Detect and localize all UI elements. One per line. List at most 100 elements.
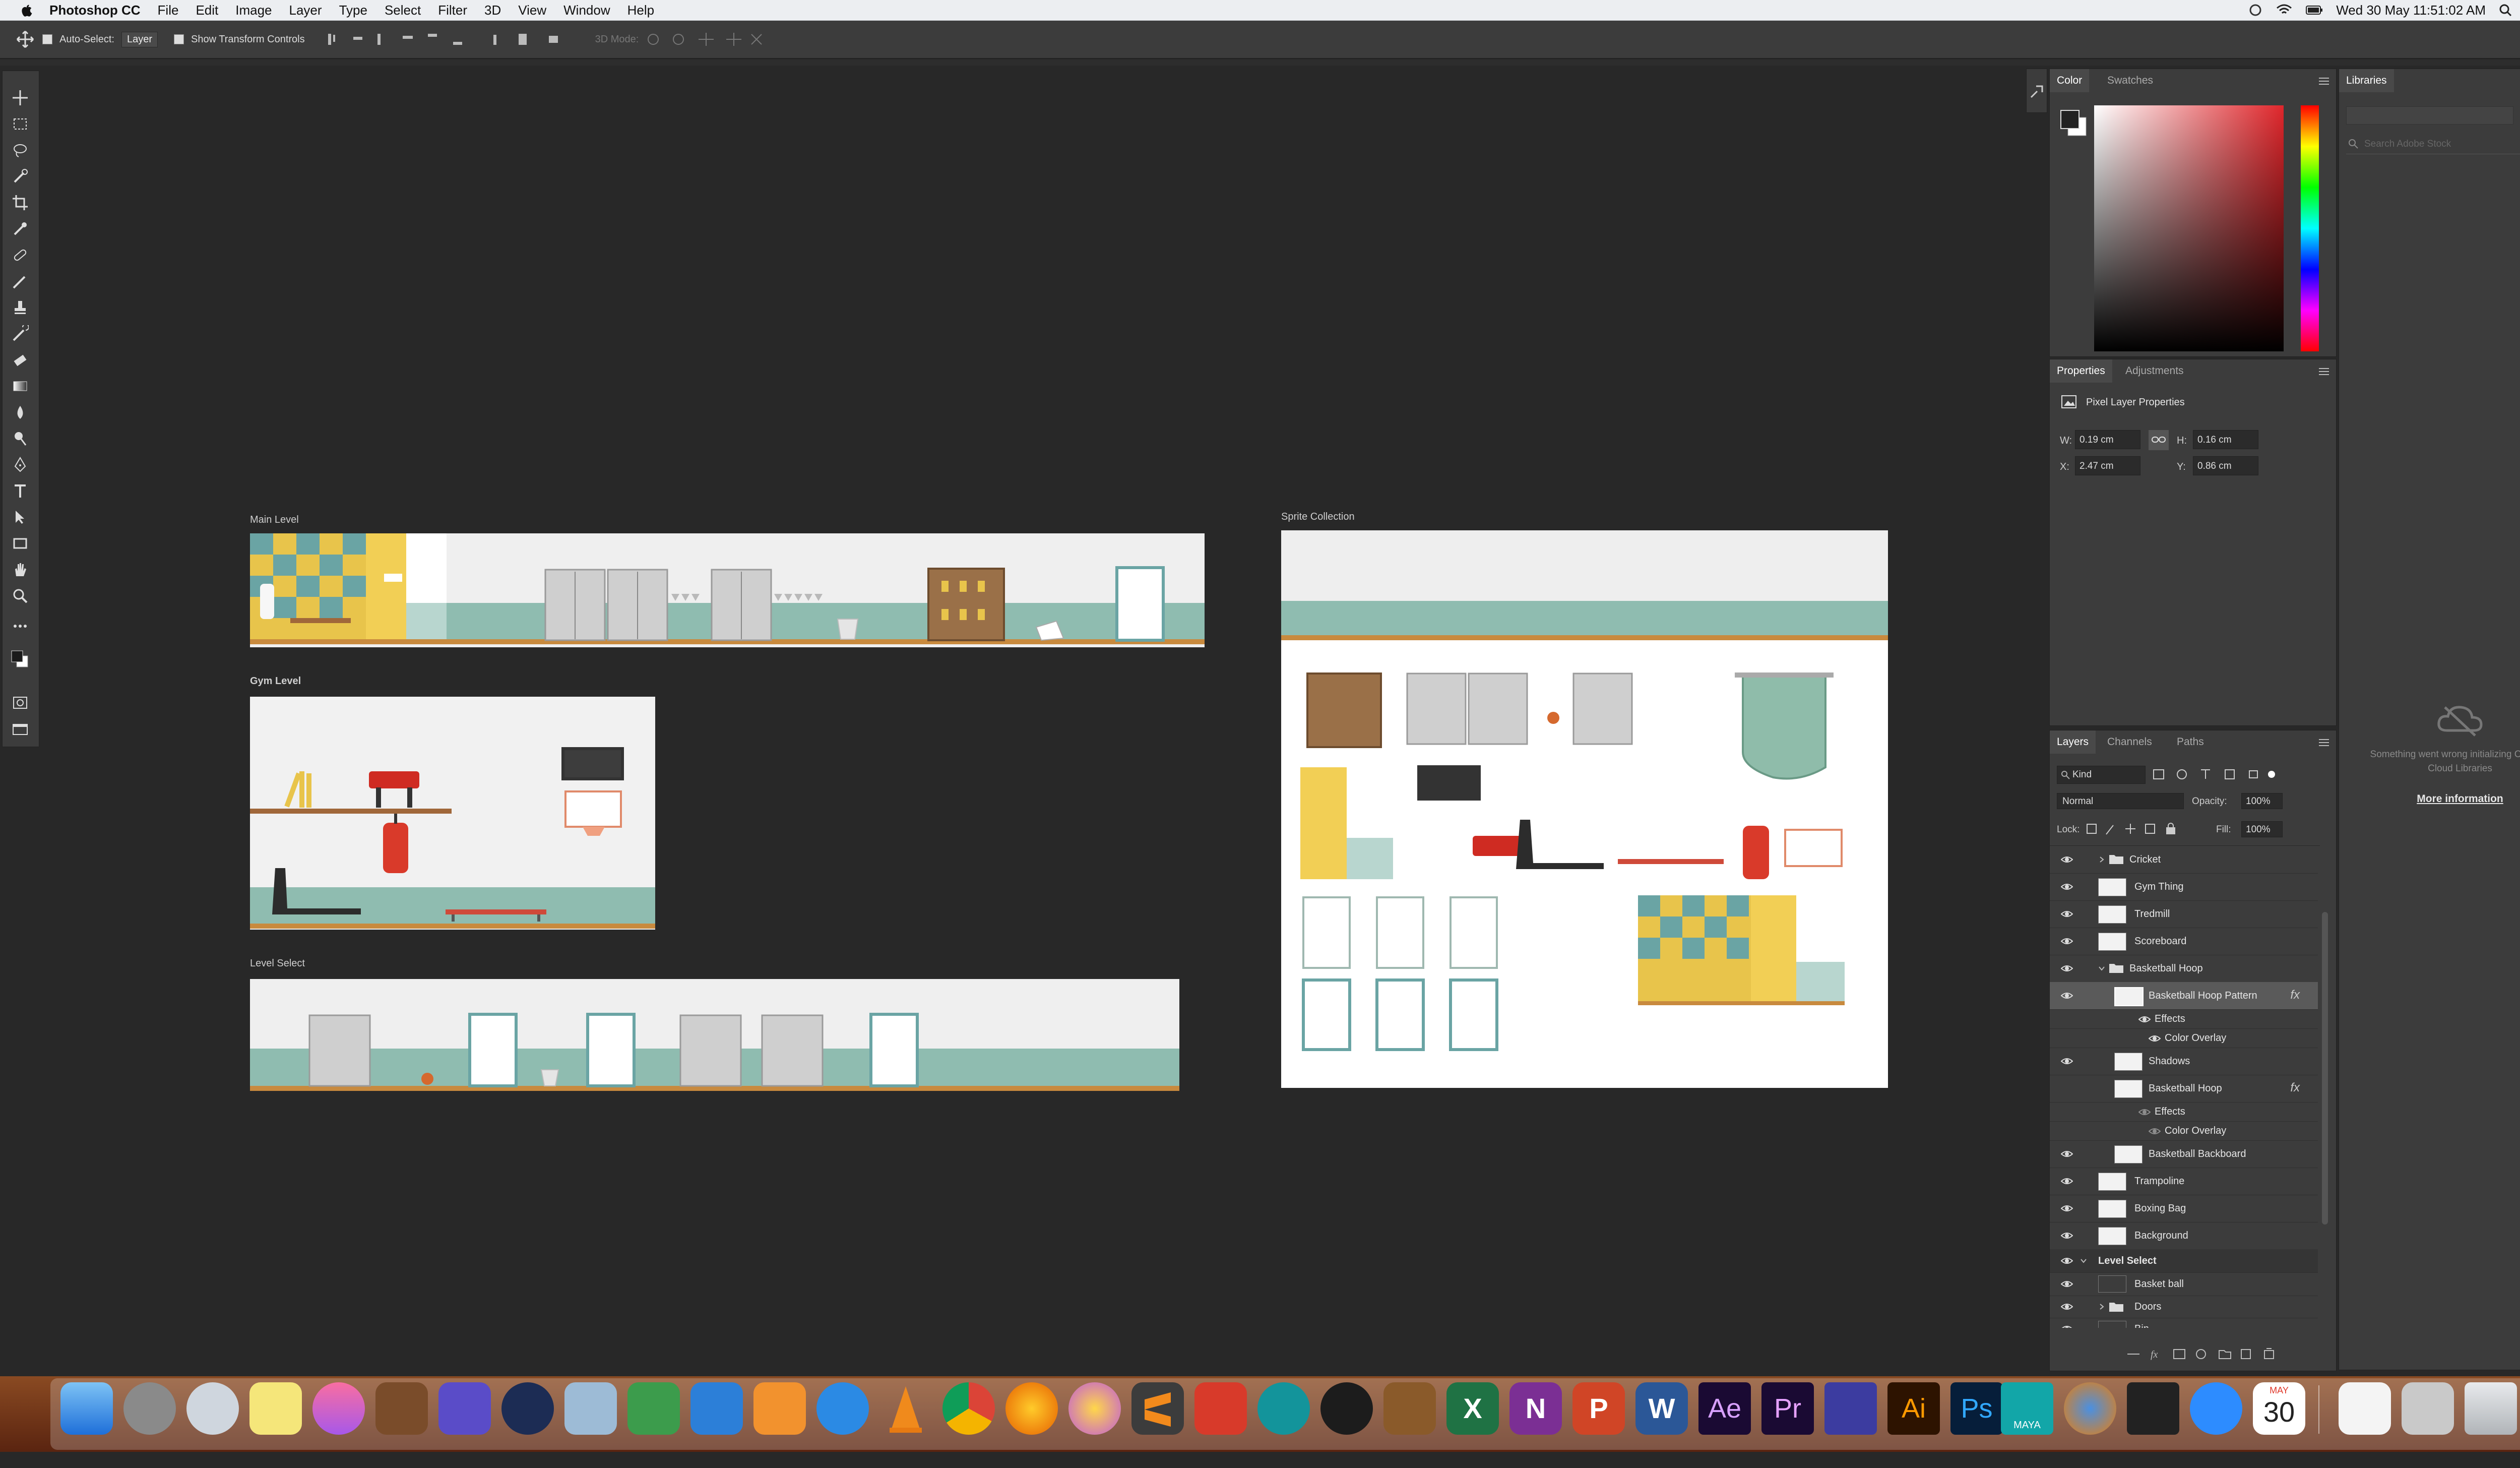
eye-visibility-icon[interactable]	[2061, 1256, 2073, 1266]
lasso-tool-icon[interactable]	[12, 142, 29, 159]
menu-select[interactable]: Select	[385, 3, 421, 18]
quick-selection-tool-icon[interactable]	[12, 168, 29, 185]
saturation-brightness-picker[interactable]	[2094, 105, 2284, 351]
eye-visibility-icon[interactable]	[2061, 909, 2073, 919]
healing-brush-tool-icon[interactable]	[12, 247, 29, 264]
clock[interactable]: Wed 30 May 11:51:02 AM	[2336, 3, 2486, 18]
clone-stamp-tool-icon[interactable]	[12, 299, 29, 316]
chevron-down-icon[interactable]	[2098, 965, 2105, 972]
eye-visibility-icon[interactable]	[2061, 1279, 2073, 1289]
after-effects-icon[interactable]: Ae	[1698, 1382, 1751, 1435]
powerpoint-icon[interactable]: P	[1572, 1382, 1625, 1435]
notes-icon[interactable]	[249, 1382, 302, 1435]
layer-row[interactable]: Trampoline	[2050, 1168, 2318, 1195]
chrome-icon[interactable]	[942, 1382, 995, 1435]
eye-visibility-icon[interactable]	[2061, 1149, 2073, 1159]
trash-icon[interactable]	[2465, 1382, 2517, 1435]
move-tool-icon[interactable]	[12, 89, 29, 106]
height-field[interactable]: 0.16 cm	[2193, 430, 2258, 449]
arduino-icon[interactable]	[1257, 1382, 1310, 1435]
safari-icon[interactable]	[816, 1382, 869, 1435]
eye-visibility-icon[interactable]	[2061, 882, 2073, 892]
stock-search[interactable]: Search Adobe Stock	[2346, 134, 2520, 154]
onenote-icon[interactable]: N	[1509, 1382, 1562, 1435]
align-distribute-icons[interactable]	[327, 32, 579, 47]
tab-paths[interactable]: Paths	[2170, 730, 2211, 754]
itunes-icon[interactable]	[312, 1382, 365, 1435]
eyedropper-tool-icon[interactable]	[12, 220, 29, 237]
documents-stack-icon[interactable]	[2339, 1382, 2391, 1435]
link-dimensions-icon[interactable]	[2149, 430, 2169, 450]
effect-row[interactable]: Color Overlay	[2050, 1121, 2318, 1141]
creative-cloud-icon[interactable]	[2248, 4, 2262, 17]
blender-b-icon[interactable]	[1320, 1382, 1373, 1435]
layer-row[interactable]: Background	[2050, 1222, 2318, 1250]
artboard-gym-level[interactable]	[250, 697, 655, 930]
layers-scrollbar[interactable]	[2322, 912, 2328, 1225]
move-tool-icon[interactable]	[15, 30, 35, 48]
y-position-field[interactable]: 0.86 cm	[2193, 456, 2258, 475]
panel-menu-icon[interactable]	[2318, 366, 2330, 377]
layer-row[interactable]: Bin	[2050, 1318, 2318, 1328]
tab-channels[interactable]: Channels	[2100, 730, 2159, 754]
excel-icon[interactable]: X	[1446, 1382, 1499, 1435]
menu-help[interactable]: Help	[627, 3, 654, 18]
layer-row[interactable]: Gym Thing	[2050, 873, 2318, 901]
filter-kind-dropdown[interactable]: Kind	[2057, 766, 2146, 784]
marquee-tool-icon[interactable]	[12, 115, 29, 133]
fill-field[interactable]: 100%	[2241, 821, 2283, 837]
zoom-icon[interactable]	[2190, 1382, 2242, 1435]
hue-slider[interactable]	[2301, 105, 2319, 351]
layer-filter-icons[interactable]	[2151, 766, 2282, 783]
effect-row[interactable]: Color Overlay	[2050, 1028, 2318, 1048]
eye-visibility-icon[interactable]	[2061, 963, 2073, 973]
tab-properties[interactable]: Properties	[2050, 359, 2112, 383]
chevron-right-icon[interactable]	[2098, 856, 2105, 863]
launchpad-icon[interactable]	[186, 1382, 239, 1435]
history-panel-icon[interactable]	[2029, 84, 2044, 99]
layer-row[interactable]: Cricket	[2050, 846, 2318, 874]
layer-row[interactable]: Shadows	[2050, 1048, 2318, 1075]
eye-visibility-icon[interactable]	[2138, 1107, 2151, 1117]
battery-icon[interactable]	[2306, 5, 2323, 16]
preview-icon[interactable]	[564, 1382, 617, 1435]
effects-row[interactable]: Effects	[2050, 1102, 2318, 1122]
crop-tool-icon[interactable]	[12, 194, 29, 211]
quick-mask-icon[interactable]	[12, 694, 29, 711]
app-name[interactable]: Photoshop CC	[49, 3, 141, 18]
eye-visibility-icon[interactable]	[2061, 936, 2073, 946]
zoom-tool-icon[interactable]	[12, 587, 29, 604]
premiere-icon[interactable]: Pr	[1761, 1382, 1814, 1435]
fx-icon[interactable]: fx	[2290, 988, 2300, 1002]
eye-visibility-icon[interactable]	[2149, 1126, 2161, 1136]
eye-hidden-icon[interactable]	[2061, 1083, 2073, 1093]
artboard-label-main-level[interactable]: Main Level	[250, 514, 299, 526]
layer-actions-icons[interactable]: fx	[2125, 1345, 2317, 1363]
blend-mode-dropdown[interactable]: Normal	[2057, 793, 2184, 809]
artboard-label-sprite-collection[interactable]: Sprite Collection	[1281, 511, 1355, 523]
vlc-icon[interactable]	[879, 1382, 932, 1435]
artboard-label-level-select[interactable]: Level Select	[250, 958, 305, 969]
tab-layers[interactable]: Layers	[2050, 730, 2096, 754]
artboard-sprite-collection[interactable]	[1281, 530, 1888, 1088]
layer-row[interactable]: Tredmill	[2050, 900, 2318, 928]
eye-visibility-icon[interactable]	[2061, 991, 2073, 1001]
blender-icon[interactable]	[2064, 1382, 2116, 1435]
garageband-icon[interactable]	[375, 1382, 428, 1435]
fx-icon[interactable]: fx	[2290, 1081, 2300, 1095]
menu-window[interactable]: Window	[563, 3, 610, 18]
menu-edit[interactable]: Edit	[196, 3, 218, 18]
auto-select-dropdown[interactable]: Layer	[121, 31, 158, 47]
system-preferences-icon[interactable]	[123, 1382, 176, 1435]
tab-swatches[interactable]: Swatches	[2100, 69, 2160, 92]
fontlab-icon[interactable]	[1194, 1382, 1247, 1435]
screen-mode-icon[interactable]	[12, 720, 29, 738]
layer-row[interactable]: Boxing Bag	[2050, 1195, 2318, 1222]
maya-icon[interactable]: MAYA	[2001, 1382, 2053, 1435]
quicktime-icon[interactable]	[501, 1382, 554, 1435]
calendar-icon[interactable]: MAY 30	[2253, 1382, 2305, 1435]
illustrator-icon[interactable]: Ai	[1887, 1382, 1940, 1435]
spotlight-search-icon[interactable]	[2499, 4, 2512, 17]
x-position-field[interactable]: 2.47 cm	[2075, 456, 2140, 475]
panel-menu-icon[interactable]	[2318, 76, 2330, 86]
